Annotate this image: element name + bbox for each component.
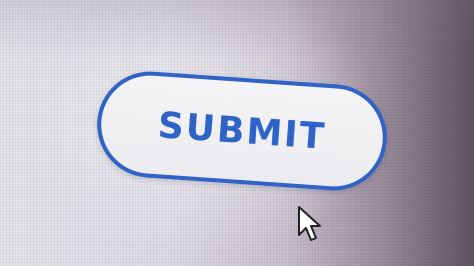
arrow-cursor-icon <box>298 206 321 241</box>
submit-button-label: SUBMIT <box>156 104 328 158</box>
submit-button[interactable]: SUBMIT <box>93 68 391 194</box>
